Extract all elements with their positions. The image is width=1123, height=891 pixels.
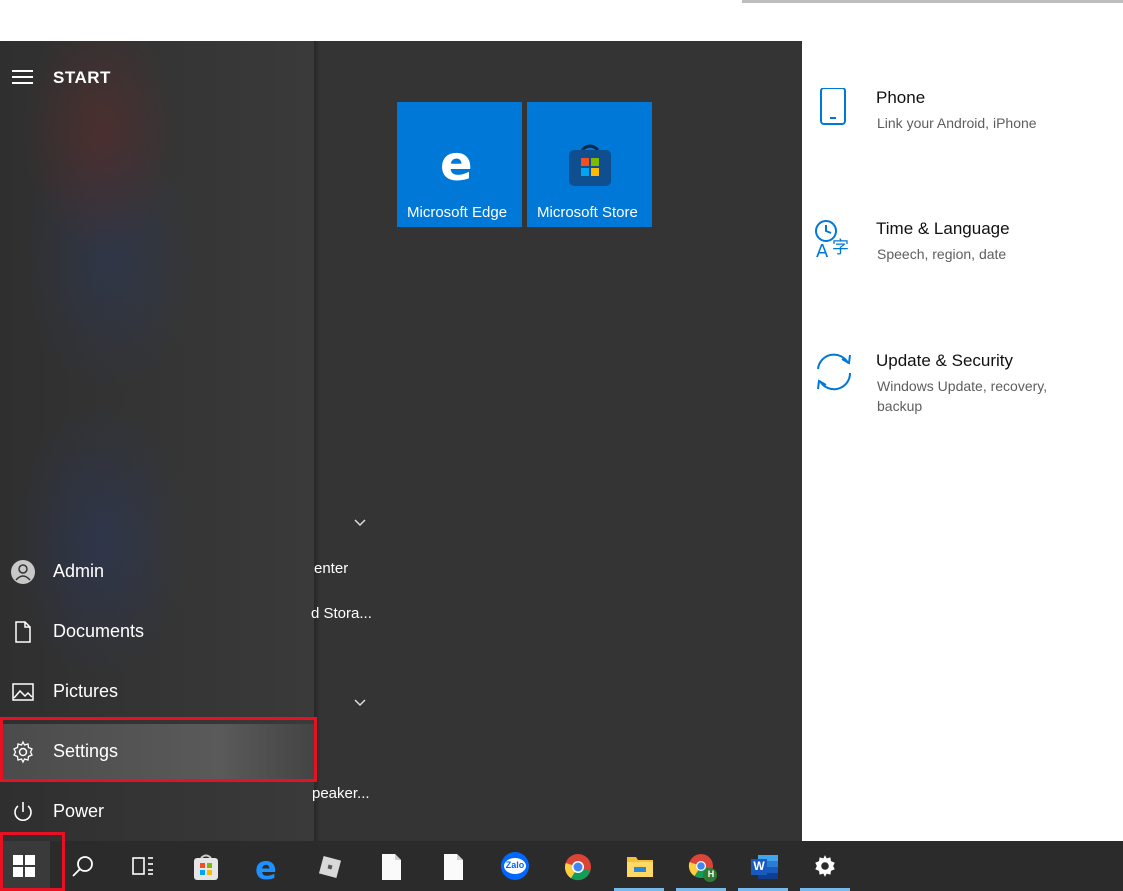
taskbar: e Zalo H W [0, 841, 1123, 891]
tile-label: Microsoft Edge [407, 204, 508, 221]
time-language-icon: A 字 [815, 220, 849, 262]
settings-highlight-box [0, 717, 317, 782]
tile-microsoft-store[interactable]: Microsoft Store [527, 102, 652, 227]
svg-text:字: 字 [832, 238, 849, 258]
app-list-item[interactable]: enter [314, 560, 348, 577]
taskbar-chrome[interactable] [552, 841, 602, 891]
setting-title: Time & Language [876, 219, 1010, 238]
taskbar-file-explorer[interactable] [614, 841, 664, 891]
tile-microsoft-edge[interactable]: e Microsoft Edge [397, 102, 522, 227]
nav-item-pictures[interactable]: Pictures [0, 664, 314, 720]
edge-icon: e [255, 853, 277, 881]
task-view-icon [132, 857, 153, 875]
task-view-button[interactable] [118, 841, 168, 891]
setting-desc: Windows Update, recovery, backup [877, 378, 1048, 414]
nav-label: Admin [53, 561, 105, 581]
setting-desc: Speech, region, date [877, 246, 1007, 262]
search-icon [72, 856, 93, 877]
chrome-icon [564, 854, 591, 881]
chevron-down-icon[interactable] [354, 699, 366, 707]
hamburger-menu-icon[interactable] [12, 70, 33, 84]
start-button-highlight-box [0, 832, 65, 891]
phone-icon [820, 88, 846, 125]
nav-label: Documents [53, 621, 145, 641]
file-explorer-icon [627, 857, 653, 877]
edge-icon: e [440, 142, 473, 186]
chrome-profile-badge: H [707, 869, 715, 879]
setting-title: Phone [876, 88, 926, 107]
settings-gear-icon [815, 855, 835, 877]
update-security-icon [817, 353, 852, 391]
store-icon [194, 854, 218, 880]
taskbar-edge[interactable]: e [242, 841, 292, 891]
chevron-down-icon[interactable] [354, 519, 366, 527]
document-icon [15, 621, 31, 643]
nav-item-documents[interactable]: Documents [0, 604, 314, 660]
nav-item-admin[interactable]: Admin [0, 544, 314, 600]
word-label: W [753, 859, 765, 873]
svg-text:A: A [816, 241, 829, 262]
nav-label: Power [53, 801, 105, 821]
taskbar-blank-file-2[interactable] [428, 841, 478, 891]
taskbar-word[interactable]: W [738, 841, 788, 891]
taskbar-zalo[interactable]: Zalo [490, 841, 540, 891]
setting-title: Update & Security [876, 351, 1014, 370]
svg-text:e: e [255, 853, 277, 881]
blank-file-icon [382, 854, 401, 880]
setting-update-security[interactable]: Update & Security Windows Update, recove… [812, 351, 1112, 421]
zalo-label: Zalo [505, 860, 525, 870]
blank-file-icon [444, 854, 463, 880]
window-edge [742, 0, 1123, 3]
setting-time-language[interactable]: A 字 Time & Language Speech, region, date [812, 219, 1112, 279]
taskbar-chrome-profile[interactable]: H [676, 841, 726, 891]
taskbar-blank-file-1[interactable] [366, 841, 416, 891]
app-list-item[interactable]: d Stora... [311, 605, 372, 622]
nav-label: Pictures [53, 681, 119, 701]
app-list-item[interactable]: peaker... [312, 785, 370, 802]
pictures-icon [12, 683, 34, 701]
taskbar-settings[interactable] [800, 841, 850, 891]
taskbar-store[interactable] [180, 841, 230, 891]
setting-desc: Link your Android, iPhone [877, 115, 1037, 131]
user-icon [11, 560, 35, 584]
taskbar-roblox[interactable] [304, 841, 354, 891]
store-icon [569, 144, 611, 186]
roblox-icon [318, 855, 342, 879]
svg-text:e: e [440, 142, 473, 186]
setting-phone[interactable]: Phone Link your Android, iPhone [812, 88, 1112, 148]
power-icon [14, 802, 32, 821]
taskbar-search-button[interactable] [58, 841, 108, 891]
tile-label: Microsoft Store [537, 204, 638, 221]
start-title: START [53, 68, 111, 87]
